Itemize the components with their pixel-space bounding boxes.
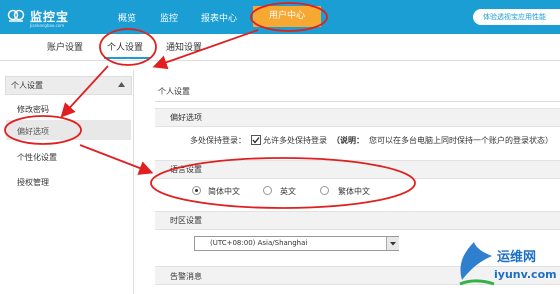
highlight-preferences xyxy=(4,115,82,145)
highlight-language xyxy=(150,157,416,209)
watermark-logo-icon xyxy=(459,242,495,286)
arrow-1 xyxy=(152,29,259,70)
arrow-3 xyxy=(79,144,154,175)
arrow-2 xyxy=(60,65,109,118)
highlight-user-center xyxy=(250,2,328,32)
highlight-personal-settings xyxy=(99,28,157,66)
watermark-text: 运维网 xyxy=(497,250,537,265)
watermark-url: iyunv.com xyxy=(494,268,557,281)
